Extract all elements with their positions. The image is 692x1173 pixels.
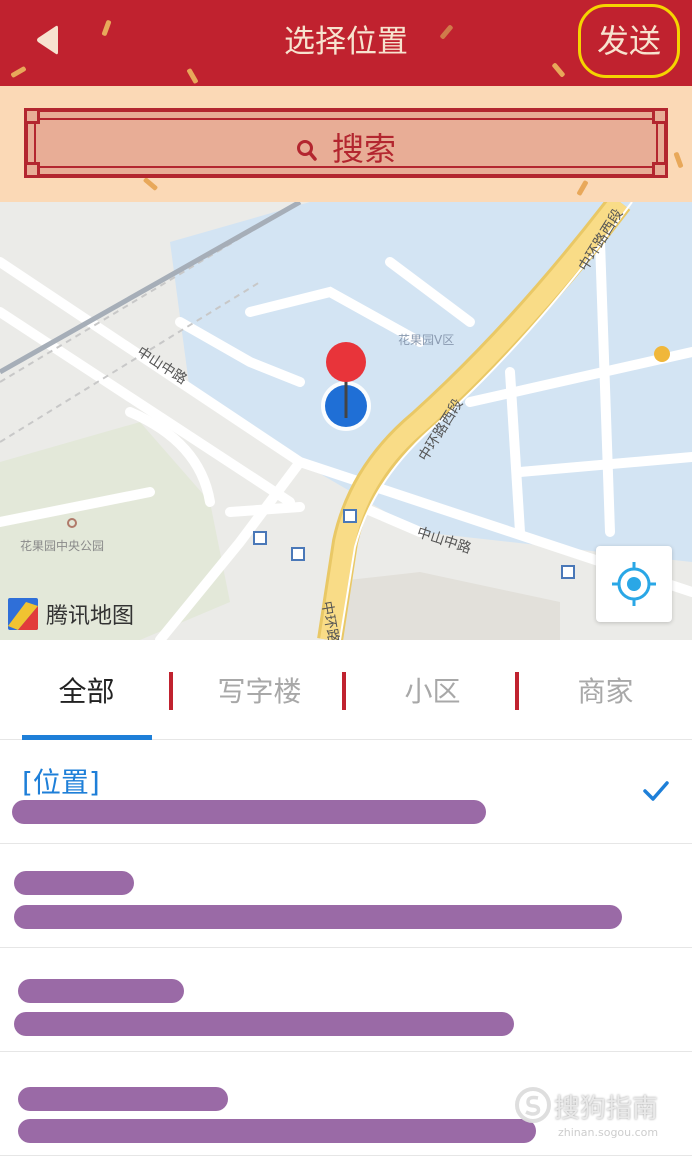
redacted-address xyxy=(18,1119,536,1143)
top-bar: 选择位置 发送 xyxy=(0,0,692,86)
redacted-title xyxy=(18,979,184,1003)
confetti-decoration xyxy=(551,62,566,78)
category-tabs: 全部 写字楼 小区 商家 xyxy=(0,640,692,740)
redacted-title xyxy=(18,1087,228,1111)
active-tab-indicator xyxy=(22,735,152,740)
list-item[interactable] xyxy=(0,845,692,948)
watermark-url: zhinan.sogou.com xyxy=(558,1126,659,1139)
place-label: 花果园V区 xyxy=(398,332,454,347)
map-view[interactable]: 中环路西段 中环路西段 中山中路 中山中路 中环路 花果园V区 花果园中央公园 … xyxy=(0,202,692,640)
confetti-decoration xyxy=(576,179,589,197)
checkmark-icon xyxy=(643,781,669,801)
search-content: 搜索 xyxy=(28,124,664,170)
search-label: 搜索 xyxy=(331,130,396,168)
map-provider-logo: 腾讯地图 xyxy=(6,594,134,634)
sogou-logo-icon xyxy=(515,1087,551,1123)
list-item[interactable] xyxy=(0,949,692,1052)
location-pin-icon xyxy=(321,342,371,431)
redacted-address xyxy=(12,800,486,824)
map-provider-label: 腾讯地图 xyxy=(46,604,135,629)
watermark: 搜狗指南 zhinan.sogou.com xyxy=(514,1084,684,1144)
frame-corner-decoration xyxy=(24,108,40,124)
search-icon xyxy=(296,140,317,161)
locate-me-button[interactable] xyxy=(596,546,672,622)
search-band: 搜索 xyxy=(0,86,692,202)
list-item[interactable]: [位置] xyxy=(0,741,692,844)
watermark-text: 搜狗指南 xyxy=(554,1094,659,1124)
road-label: 中山中路 xyxy=(134,344,190,388)
confetti-decoration xyxy=(186,67,199,85)
redacted-address xyxy=(14,1012,514,1036)
poi-marker-icon xyxy=(654,346,670,362)
send-button[interactable]: 发送 xyxy=(578,4,680,78)
redacted-address xyxy=(14,905,622,929)
crosshair-icon xyxy=(612,562,656,606)
block-area xyxy=(330,572,560,640)
list-item-title: [位置] xyxy=(22,766,100,799)
tab-residential[interactable]: 小区 xyxy=(346,640,519,740)
search-bar[interactable]: 搜索 xyxy=(24,108,668,178)
tab-all[interactable]: 全部 xyxy=(0,640,173,740)
redacted-title xyxy=(14,871,134,895)
frame-corner-decoration xyxy=(652,108,668,124)
tab-merchants[interactable]: 商家 xyxy=(519,640,692,740)
place-label: 花果园中央公园 xyxy=(20,538,104,553)
confetti-decoration xyxy=(142,176,159,192)
confetti-decoration xyxy=(673,151,684,169)
confetti-decoration xyxy=(10,65,27,79)
tencent-map-logo-icon xyxy=(8,598,38,630)
tab-office-building[interactable]: 写字楼 xyxy=(173,640,346,740)
